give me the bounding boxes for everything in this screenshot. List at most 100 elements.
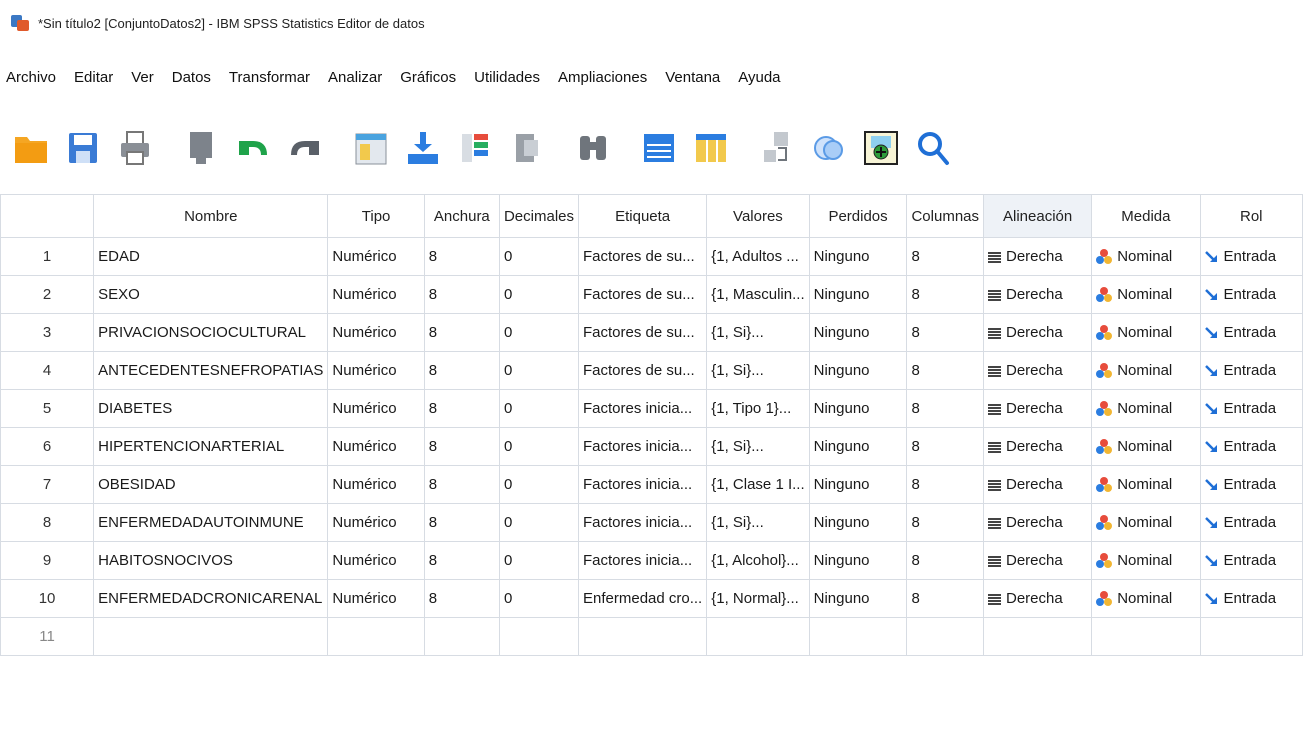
cell-nombre[interactable]: HIPERTENCIONARTERIAL bbox=[93, 427, 329, 466]
cell-decimales[interactable]: 0 bbox=[498, 237, 580, 276]
cell-valores[interactable]: {1, Masculin... bbox=[706, 275, 810, 314]
cell-alineacion[interactable]: Derecha bbox=[982, 579, 1093, 618]
cell-perdidos[interactable]: Ninguno bbox=[808, 275, 908, 314]
empty-cell[interactable] bbox=[498, 617, 580, 656]
cell-columnas[interactable]: 8 bbox=[906, 541, 984, 580]
cell-rol[interactable]: Entrada bbox=[1199, 313, 1303, 352]
cell-perdidos[interactable]: Ninguno bbox=[808, 351, 908, 390]
goto-case-icon[interactable] bbox=[348, 125, 394, 171]
cell-etiqueta[interactable]: Factores de su... bbox=[577, 313, 708, 352]
menu-analizar[interactable]: Analizar bbox=[319, 69, 391, 86]
cell-nombre[interactable]: OBESIDAD bbox=[93, 465, 329, 504]
cell-nombre[interactable]: ENFERMEDADAUTOINMUNE bbox=[93, 503, 329, 542]
cell-decimales[interactable]: 0 bbox=[498, 313, 580, 352]
menu-datos[interactable]: Datos bbox=[163, 69, 220, 86]
cell-valores[interactable]: {1, Alcohol}... bbox=[706, 541, 810, 580]
row-number[interactable]: 5 bbox=[0, 389, 95, 428]
cell-columnas[interactable]: 8 bbox=[906, 275, 984, 314]
col-header-nombre[interactable]: Nombre bbox=[93, 194, 329, 238]
row-number[interactable]: 1 bbox=[0, 237, 95, 276]
cell-perdidos[interactable]: Ninguno bbox=[808, 465, 908, 504]
cell-anchura[interactable]: 8 bbox=[423, 275, 500, 314]
cell-decimales[interactable]: 0 bbox=[498, 427, 580, 466]
cell-decimales[interactable]: 0 bbox=[498, 465, 580, 504]
col-header-anchura[interactable]: Anchura bbox=[423, 194, 500, 238]
cell-rol[interactable]: Entrada bbox=[1199, 503, 1303, 542]
cell-medida[interactable]: Nominal bbox=[1091, 389, 1201, 428]
row-number[interactable]: 7 bbox=[0, 465, 95, 504]
cell-perdidos[interactable]: Ninguno bbox=[808, 389, 908, 428]
menu-ayuda[interactable]: Ayuda bbox=[729, 69, 789, 86]
cell-rol[interactable]: Entrada bbox=[1199, 389, 1303, 428]
row-number[interactable]: 3 bbox=[0, 313, 95, 352]
cell-alineacion[interactable]: Derecha bbox=[982, 237, 1093, 276]
insert-cases-icon[interactable] bbox=[636, 125, 682, 171]
col-header-valores[interactable]: Valores bbox=[706, 194, 810, 238]
cell-decimales[interactable]: 0 bbox=[498, 579, 580, 618]
goto-variable-icon[interactable] bbox=[400, 125, 446, 171]
cell-medida[interactable]: Nominal bbox=[1091, 351, 1201, 390]
undo-icon[interactable] bbox=[230, 125, 276, 171]
cell-etiqueta[interactable]: Factores inicia... bbox=[577, 465, 708, 504]
weight-cases-icon[interactable] bbox=[806, 125, 852, 171]
cell-nombre[interactable]: PRIVACIONSOCIOCULTURAL bbox=[93, 313, 329, 352]
cell-medida[interactable]: Nominal bbox=[1091, 237, 1201, 276]
empty-cell[interactable] bbox=[93, 617, 329, 656]
cell-alineacion[interactable]: Derecha bbox=[982, 503, 1093, 542]
empty-cell[interactable] bbox=[906, 617, 984, 656]
variables-icon[interactable] bbox=[452, 125, 498, 171]
cell-rol[interactable]: Entrada bbox=[1199, 427, 1303, 466]
cell-alineacion[interactable]: Derecha bbox=[982, 541, 1093, 580]
cell-valores[interactable]: {1, Adultos ... bbox=[706, 237, 810, 276]
cell-alineacion[interactable]: Derecha bbox=[982, 275, 1093, 314]
cell-rol[interactable]: Entrada bbox=[1199, 351, 1303, 390]
row-number[interactable]: 8 bbox=[0, 503, 95, 542]
cell-tipo[interactable]: Numérico bbox=[327, 579, 425, 618]
cell-anchura[interactable]: 8 bbox=[423, 465, 500, 504]
cell-anchura[interactable]: 8 bbox=[423, 427, 500, 466]
col-header-alineacion[interactable]: Alineación bbox=[982, 194, 1093, 238]
cell-valores[interactable]: {1, Clase 1 I... bbox=[706, 465, 810, 504]
cell-tipo[interactable]: Numérico bbox=[327, 313, 425, 352]
cell-anchura[interactable]: 8 bbox=[423, 579, 500, 618]
cell-decimales[interactable]: 0 bbox=[498, 275, 580, 314]
menu-ver[interactable]: Ver bbox=[122, 69, 163, 86]
col-header-etiqueta[interactable]: Etiqueta bbox=[577, 194, 708, 238]
col-header-columnas[interactable]: Columnas bbox=[906, 194, 984, 238]
cell-etiqueta[interactable]: Factores de su... bbox=[577, 351, 708, 390]
cell-valores[interactable]: {1, Normal}... bbox=[706, 579, 810, 618]
cell-tipo[interactable]: Numérico bbox=[327, 237, 425, 276]
menu-ventana[interactable]: Ventana bbox=[656, 69, 729, 86]
cell-tipo[interactable]: Numérico bbox=[327, 351, 425, 390]
cell-decimales[interactable]: 0 bbox=[498, 503, 580, 542]
cell-tipo[interactable]: Numérico bbox=[327, 503, 425, 542]
dialog-recall-icon[interactable] bbox=[178, 125, 224, 171]
cell-perdidos[interactable]: Ninguno bbox=[808, 503, 908, 542]
cell-decimales[interactable]: 0 bbox=[498, 389, 580, 428]
cell-medida[interactable]: Nominal bbox=[1091, 503, 1201, 542]
find-icon[interactable] bbox=[570, 125, 616, 171]
cell-nombre[interactable]: ENFERMEDADCRONICARENAL bbox=[93, 579, 329, 618]
cell-nombre[interactable]: EDAD bbox=[93, 237, 329, 276]
cell-anchura[interactable]: 8 bbox=[423, 237, 500, 276]
empty-cell[interactable] bbox=[706, 617, 810, 656]
cell-columnas[interactable]: 8 bbox=[906, 503, 984, 542]
menu-transformar[interactable]: Transformar bbox=[220, 69, 319, 86]
empty-cell[interactable] bbox=[1199, 617, 1303, 656]
cell-etiqueta[interactable]: Factores de su... bbox=[577, 275, 708, 314]
cell-medida[interactable]: Nominal bbox=[1091, 579, 1201, 618]
col-header-perdidos[interactable]: Perdidos bbox=[808, 194, 908, 238]
cell-anchura[interactable]: 8 bbox=[423, 503, 500, 542]
cell-tipo[interactable]: Numérico bbox=[327, 465, 425, 504]
menu-ampliaciones[interactable]: Ampliaciones bbox=[549, 69, 656, 86]
cell-rol[interactable]: Entrada bbox=[1199, 541, 1303, 580]
cell-medida[interactable]: Nominal bbox=[1091, 275, 1201, 314]
empty-cell[interactable] bbox=[982, 617, 1093, 656]
cell-anchura[interactable]: 8 bbox=[423, 541, 500, 580]
empty-cell[interactable] bbox=[327, 617, 425, 656]
row-number[interactable]: 6 bbox=[0, 427, 95, 466]
col-header-medida[interactable]: Medida bbox=[1091, 194, 1201, 238]
cell-medida[interactable]: Nominal bbox=[1091, 541, 1201, 580]
cell-tipo[interactable]: Numérico bbox=[327, 275, 425, 314]
insert-variable-icon[interactable] bbox=[688, 125, 734, 171]
